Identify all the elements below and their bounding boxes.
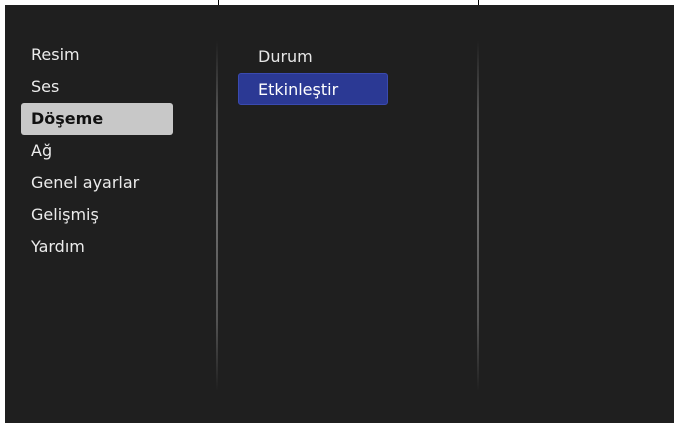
- submenu: Durum Etkinleştir: [238, 41, 388, 105]
- column-divider-left: [216, 41, 218, 391]
- menu-item-yardim[interactable]: Yardım: [21, 231, 173, 263]
- menu-item-gelismis[interactable]: Gelişmiş: [21, 199, 173, 231]
- osd-menu-screen: Resim Ses Döşeme Ağ Genel ayarlar Gelişm…: [5, 5, 674, 423]
- menu-item-ag[interactable]: Ağ: [21, 135, 173, 167]
- menu-item-ses[interactable]: Ses: [21, 71, 173, 103]
- submenu-item-etkinlestir[interactable]: Etkinleştir: [238, 73, 388, 105]
- menu-item-genel-ayarlar[interactable]: Genel ayarlar: [21, 167, 173, 199]
- submenu-item-durum[interactable]: Durum: [238, 41, 388, 73]
- menu-item-resim[interactable]: Resim: [21, 39, 173, 71]
- menu-item-doseme[interactable]: Döşeme: [21, 103, 173, 135]
- main-menu: Resim Ses Döşeme Ağ Genel ayarlar Gelişm…: [21, 39, 173, 263]
- column-divider-right: [477, 41, 479, 391]
